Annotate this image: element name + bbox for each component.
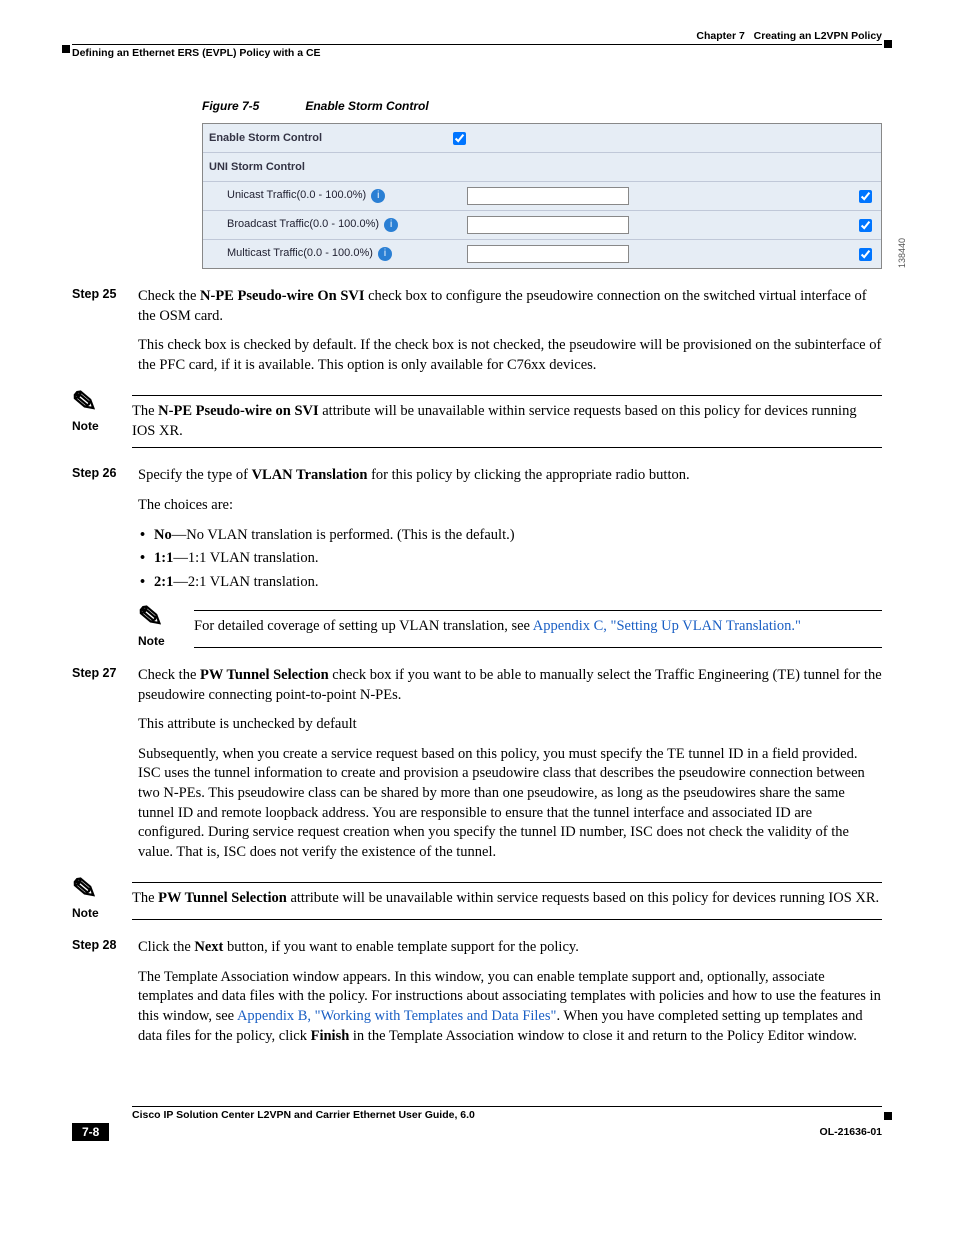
enable-storm-label: Enable Storm Control: [209, 132, 449, 144]
multicast-label: Multicast Traffic(0.0 - 100.0%) i: [209, 247, 467, 261]
uni-storm-label: UNI Storm Control: [209, 161, 449, 173]
figure-title: Enable Storm Control: [305, 99, 428, 113]
note-block-2: ✎ Note For detailed coverage of setting …: [138, 610, 882, 648]
note1-text: The N-PE Pseudo-wire on SVI attribute wi…: [132, 395, 882, 448]
info-icon[interactable]: i: [378, 247, 392, 261]
page-number-badge: 7-8: [72, 1123, 109, 1141]
multicast-checkbox[interactable]: [859, 248, 872, 261]
step28-label: Step 28: [72, 938, 138, 1056]
step26-body: Specify the type of VLAN Translation for…: [138, 466, 882, 600]
broadcast-checkbox[interactable]: [859, 219, 872, 232]
unicast-label: Unicast Traffic(0.0 - 100.0%) i: [209, 189, 467, 203]
note-label: Note: [72, 906, 132, 920]
info-icon[interactable]: i: [371, 189, 385, 203]
appendix-c-link[interactable]: Appendix C, "Setting Up VLAN Translation…: [533, 618, 801, 634]
note-block-3: ✎ Note The PW Tunnel Selection attribute…: [72, 882, 882, 920]
figure-id-code: 138440: [897, 238, 907, 268]
list-item: No—No VLAN translation is performed. (Th…: [154, 526, 882, 546]
broadcast-label: Broadcast Traffic(0.0 - 100.0%) i: [209, 218, 467, 232]
step25-label: Step 25: [72, 287, 138, 385]
unicast-checkbox[interactable]: [859, 190, 872, 203]
chapter-title: Creating an L2VPN Policy: [754, 30, 882, 42]
note3-text: The PW Tunnel Selection attribute will b…: [132, 882, 882, 920]
enable-storm-checkbox[interactable]: [453, 132, 466, 145]
multicast-input[interactable]: [467, 245, 629, 263]
broadcast-input[interactable]: [467, 216, 629, 234]
figure-number: Figure 7-5: [202, 99, 302, 113]
section-title: Defining an Ethernet ERS (EVPL) Policy w…: [72, 47, 882, 59]
chapter-label: Chapter 7: [696, 30, 744, 42]
note-block-1: ✎ Note The N-PE Pseudo-wire on SVI attri…: [72, 395, 882, 448]
step27-label: Step 27: [72, 666, 138, 872]
vlan-choices-list: No—No VLAN translation is performed. (Th…: [138, 526, 882, 593]
step25-body: Check the N-PE Pseudo-wire On SVI check …: [138, 287, 882, 385]
list-item: 2:1—2:1 VLAN translation.: [154, 573, 882, 593]
note-label: Note: [72, 419, 132, 433]
page-footer: Cisco IP Solution Center L2VPN and Carri…: [72, 1106, 882, 1141]
figure-storm-control: 138440 Enable Storm Control UNI Storm Co…: [202, 123, 882, 269]
pencil-icon: ✎: [71, 394, 97, 411]
step27-body: Check the PW Tunnel Selection check box …: [138, 666, 882, 872]
pencil-icon: ✎: [71, 881, 97, 898]
figure-caption: Figure 7-5 Enable Storm Control: [202, 99, 882, 113]
footer-doc-id: OL-21636-01: [820, 1126, 882, 1138]
list-item: 1:1—1:1 VLAN translation.: [154, 549, 882, 569]
info-icon[interactable]: i: [384, 218, 398, 232]
unicast-input[interactable]: [467, 187, 629, 205]
note-label: Note: [138, 634, 194, 648]
step28-body: Click the Next button, if you want to en…: [138, 938, 882, 1056]
pencil-icon: ✎: [137, 609, 163, 626]
step26-label: Step 26: [72, 466, 138, 600]
appendix-b-link[interactable]: Appendix B, "Working with Templates and …: [237, 1008, 556, 1024]
footer-doc-title: Cisco IP Solution Center L2VPN and Carri…: [132, 1107, 882, 1121]
note2-text: For detailed coverage of setting up VLAN…: [194, 610, 882, 648]
page-header: Chapter 7 Creating an L2VPN Policy: [72, 30, 882, 45]
